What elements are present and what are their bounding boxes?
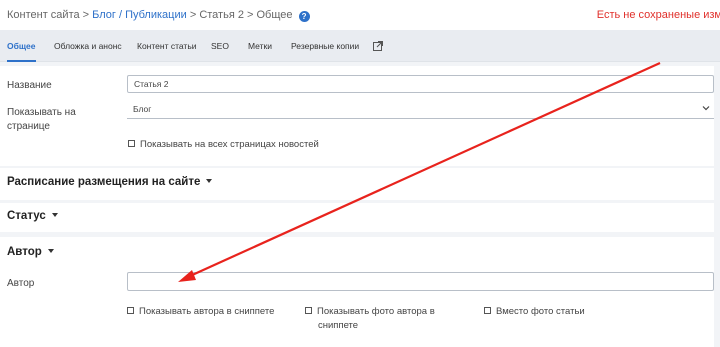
author-field-label: Автор — [7, 278, 35, 289]
status-section-header[interactable]: Статус — [7, 210, 58, 222]
schedule-section-title: Расписание размещения на сайте — [7, 176, 201, 188]
status-section[interactable]: Статус — [0, 203, 714, 232]
status-section-title: Статус — [7, 210, 46, 222]
caret-down-icon — [206, 179, 213, 183]
tab-content[interactable]: Контент статьи — [137, 30, 197, 62]
checkbox-box[interactable] — [305, 307, 312, 314]
author-section-header[interactable]: Автор — [7, 246, 54, 258]
breadcrumb: Контент сайта > Блог / Публикации > Стат… — [7, 9, 310, 22]
breadcrumb-separator: > — [79, 9, 93, 21]
tab-tags[interactable]: Метки — [248, 30, 272, 62]
chevron-down-icon — [702, 106, 710, 111]
breadcrumb-section[interactable]: Блог / Публикации — [92, 9, 187, 21]
name-input[interactable]: Статья 2 — [127, 75, 714, 93]
caret-down-icon — [47, 249, 54, 253]
show-author-snippet-label: Показывать автора в сниппете — [139, 306, 275, 317]
name-label: Название — [7, 80, 52, 91]
page-select[interactable]: Блог — [127, 101, 714, 119]
general-fields-card: Название Статья 2 Показывать на странице… — [0, 66, 714, 166]
tab-backups[interactable]: Резервные копии — [291, 30, 359, 62]
caret-down-icon — [51, 213, 58, 217]
breadcrumb-current: Общее — [256, 9, 293, 21]
checkbox-box[interactable] — [484, 307, 491, 314]
tab-seo[interactable]: SEO — [211, 30, 229, 62]
breadcrumb-bar: Контент сайта > Блог / Публикации > Стат… — [0, 0, 720, 30]
tab-bar: Общее Обложка и анонс Контент статьи SEO… — [0, 30, 720, 62]
show-author-photo-checkbox[interactable]: Показывать фото автора в — [305, 305, 435, 318]
show-author-photo-label-line2: сниппете — [318, 320, 359, 331]
show-author-photo-label-line1: Показывать фото автора в — [317, 306, 435, 317]
all-news-pages-checkbox[interactable]: Показывать на всех страницах новостей — [128, 138, 319, 151]
external-link-icon[interactable] — [373, 41, 383, 51]
page-label-line2: странице — [7, 121, 50, 132]
author-section-title: Автор — [7, 246, 42, 258]
checkbox-box[interactable] — [127, 307, 134, 314]
instead-of-article-photo-checkbox[interactable]: Вместо фото статьи — [484, 305, 585, 318]
breadcrumb-separator: > — [186, 9, 200, 21]
show-author-snippet-checkbox[interactable]: Показывать автора в сниппете — [127, 305, 274, 318]
tab-cover[interactable]: Обложка и анонс — [54, 30, 122, 62]
breadcrumb-item[interactable]: Статья 2 — [199, 9, 244, 21]
schedule-section-header[interactable]: Расписание размещения на сайте — [7, 176, 213, 188]
instead-of-article-photo-label: Вместо фото статьи — [496, 306, 585, 317]
breadcrumb-root[interactable]: Контент сайта — [7, 9, 80, 21]
checkbox-box[interactable] — [128, 140, 135, 147]
schedule-section[interactable]: Расписание размещения на сайте — [0, 168, 714, 200]
unsaved-changes-notice: Есть не сохраненые изм — [596, 9, 720, 21]
help-icon[interactable]: ? — [298, 11, 310, 22]
author-section: Автор Автор Показывать автора в сниппете… — [0, 237, 714, 347]
author-input[interactable] — [127, 272, 714, 291]
page-label-line1: Показывать на — [7, 107, 76, 118]
page-select-value: Блог — [133, 104, 152, 114]
breadcrumb-separator: > — [243, 9, 257, 21]
all-news-pages-label: Показывать на всех страницах новостей — [140, 139, 319, 150]
tab-general[interactable]: Общее — [7, 30, 36, 62]
